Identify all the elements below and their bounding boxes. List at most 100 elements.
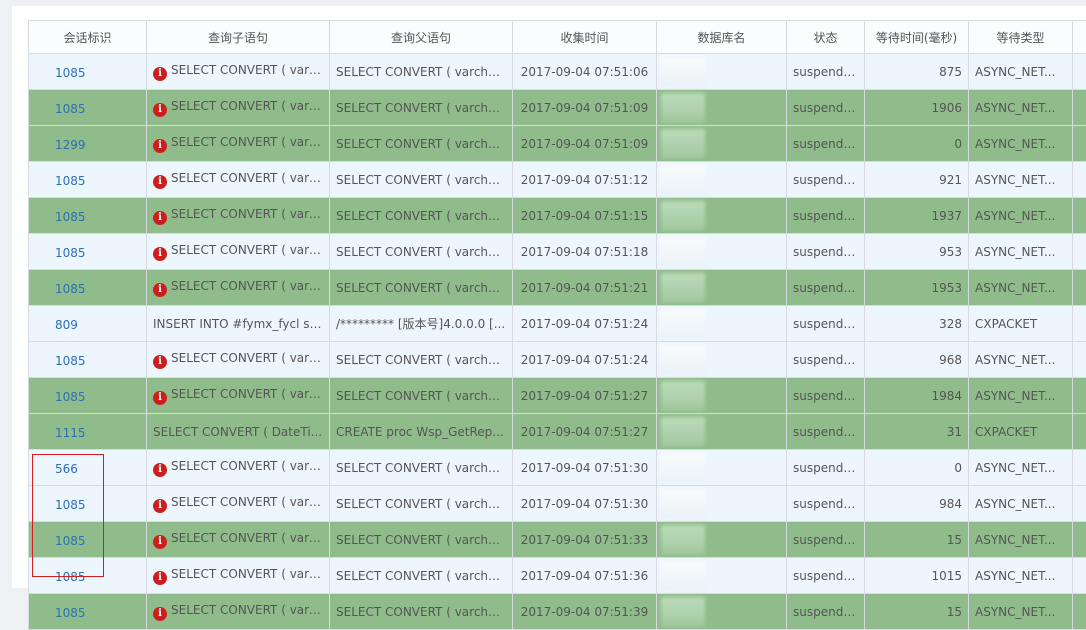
extra-cell	[1073, 162, 1086, 198]
table-row[interactable]: 1085iSELECT CONVERT ( varc...SELECT CONV…	[29, 198, 1086, 234]
wait-type-cell: ASYNC_NET...	[969, 558, 1073, 594]
session-id-link[interactable]: 1085	[29, 522, 147, 558]
wait-type-cell: ASYNC_NET...	[969, 198, 1073, 234]
wait-time-cell: 1984	[865, 378, 969, 414]
col-header-parent-query[interactable]: 查询父语句	[330, 21, 513, 54]
col-header-collect-time[interactable]: 收集时间	[513, 21, 657, 54]
table-row[interactable]: 1085iSELECT CONVERT ( varc...SELECT CONV…	[29, 234, 1086, 270]
child-query-cell[interactable]: i SELECT CONVERT ( varc...	[147, 270, 330, 306]
child-query-cell[interactable]: i SELECT CONVERT ( varc...	[147, 90, 330, 126]
child-query-text: INSERT INTO #fymx_fycl se...	[153, 317, 328, 331]
error-circle-icon[interactable]: i	[153, 139, 167, 153]
error-circle-icon[interactable]: i	[153, 211, 167, 225]
table-row[interactable]: 809INSERT INTO #fymx_fycl se.../********…	[29, 306, 1086, 342]
wait-time-cell: 921	[865, 162, 969, 198]
child-query-text: SELECT CONVERT ( varc...	[171, 63, 327, 77]
redaction-blur	[661, 489, 705, 519]
error-circle-icon[interactable]: i	[153, 247, 167, 261]
session-id-link[interactable]: 1299	[29, 126, 147, 162]
error-circle-icon[interactable]: i	[153, 175, 167, 189]
col-header-database[interactable]: 数据库名	[657, 21, 787, 54]
error-circle-icon[interactable]: i	[153, 499, 167, 513]
col-header-wait-type[interactable]: 等待类型	[969, 21, 1073, 54]
collect-time-cell: 2017-09-04 07:51:27	[513, 414, 657, 450]
database-cell-blurred	[657, 378, 787, 414]
parent-query-cell: SELECT CONVERT ( varchar...	[330, 198, 513, 234]
child-query-cell[interactable]: INSERT INTO #fymx_fycl se...	[147, 306, 330, 342]
extra-cell	[1073, 594, 1086, 630]
wait-type-cell: CXPACKET	[969, 306, 1073, 342]
extra-cell	[1073, 342, 1086, 378]
session-id-link[interactable]: 1085	[29, 558, 147, 594]
database-cell-blurred	[657, 342, 787, 378]
table-row[interactable]: 1085iSELECT CONVERT ( varc...SELECT CONV…	[29, 558, 1086, 594]
child-query-cell[interactable]: iSELECT CONVERT ( varc...	[147, 342, 330, 378]
session-id-link[interactable]: 1085	[29, 90, 147, 126]
session-id-link[interactable]: 1085	[29, 198, 147, 234]
error-circle-icon[interactable]: i	[153, 571, 167, 585]
child-query-cell[interactable]: iSELECT CONVERT ( varc...	[147, 558, 330, 594]
table-row[interactable]: 1085i SELECT CONVERT ( varc...SELECT CONV…	[29, 54, 1086, 90]
table-row[interactable]: 1085iSELECT CONVERT ( varc...SELECT CONV…	[29, 342, 1086, 378]
session-id-link[interactable]: 1115	[29, 414, 147, 450]
child-query-cell[interactable]: iSELECT CONVERT ( varc...	[147, 198, 330, 234]
child-query-text: SELECT CONVERT ( varc...	[171, 531, 327, 545]
database-cell-blurred	[657, 198, 787, 234]
status-cell: suspended	[787, 558, 865, 594]
child-query-cell[interactable]: SELECT CONVERT ( DateTi...	[147, 414, 330, 450]
child-query-cell[interactable]: i SELECT CONVERT ( varc...	[147, 522, 330, 558]
child-query-text: SELECT CONVERT ( varc...	[171, 459, 327, 473]
child-query-cell[interactable]: iSELECT CONVERT ( varc...	[147, 126, 330, 162]
table-row[interactable]: 1085iSELECT CONVERT ( varc...SELECT CONV…	[29, 162, 1086, 198]
error-circle-icon[interactable]: i	[153, 355, 167, 369]
table-row[interactable]: 1085iSELECT CONVERT ( varc...SELECT CONV…	[29, 378, 1086, 414]
session-id-link[interactable]: 1085	[29, 54, 147, 90]
table-row[interactable]: 1299iSELECT CONVERT ( varc...SELECT CONV…	[29, 126, 1086, 162]
session-id-link[interactable]: 1085	[29, 594, 147, 630]
session-id-link[interactable]: 1085	[29, 234, 147, 270]
child-query-cell[interactable]: iSELECT CONVERT ( varc...	[147, 486, 330, 522]
table-row[interactable]: 1115SELECT CONVERT ( DateTi...CREATE pro…	[29, 414, 1086, 450]
error-circle-icon[interactable]: i	[153, 67, 167, 81]
database-cell-blurred	[657, 306, 787, 342]
table-row[interactable]: 1085i SELECT CONVERT ( varc...SELECT CONV…	[29, 270, 1086, 306]
col-header-wait-time[interactable]: 等待时间(毫秒)	[865, 21, 969, 54]
extra-cell	[1073, 54, 1086, 90]
child-query-text: SELECT CONVERT ( varc...	[171, 99, 327, 113]
session-id-link[interactable]: 1085	[29, 162, 147, 198]
child-query-cell[interactable]: iSELECT CONVERT ( varc...	[147, 162, 330, 198]
child-query-cell[interactable]: iSELECT CONVERT ( varc...	[147, 234, 330, 270]
table-row[interactable]: 566i SELECT CONVERT ( varc...SELECT CONVE…	[29, 450, 1086, 486]
session-id-link[interactable]: 1085	[29, 342, 147, 378]
error-circle-icon[interactable]: i	[153, 535, 167, 549]
session-id-link[interactable]: 1085	[29, 486, 147, 522]
child-query-cell[interactable]: i SELECT CONVERT ( varc...	[147, 54, 330, 90]
col-header-session-id[interactable]: 会话标识	[29, 21, 147, 54]
session-id-link[interactable]: 1085	[29, 270, 147, 306]
redaction-blur	[661, 93, 705, 123]
error-circle-icon[interactable]: i	[153, 607, 167, 621]
child-query-text: SELECT CONVERT ( varc...	[171, 279, 327, 293]
wait-time-cell: 875	[865, 54, 969, 90]
extra-cell	[1073, 270, 1086, 306]
parent-query-cell: SELECT CONVERT ( varchar...	[330, 234, 513, 270]
col-header-child-query[interactable]: 查询子语句	[147, 21, 330, 54]
session-id-link[interactable]: 809	[29, 306, 147, 342]
error-circle-icon[interactable]: i	[153, 283, 167, 297]
table-row[interactable]: 1085i SELECT CONVERT ( varc...SELECT CONV…	[29, 522, 1086, 558]
table-row[interactable]: 1085iSELECT CONVERT ( varc...SELECT CONV…	[29, 486, 1086, 522]
table-row[interactable]: 1085i SELECT CONVERT ( varc...SELECT CONV…	[29, 90, 1086, 126]
session-id-link[interactable]: 566	[29, 450, 147, 486]
child-query-cell[interactable]: iSELECT CONVERT ( varc...	[147, 594, 330, 630]
child-query-cell[interactable]: i SELECT CONVERT ( varc...	[147, 450, 330, 486]
table-row[interactable]: 1085iSELECT CONVERT ( varc...SELECT CONV…	[29, 594, 1086, 630]
collect-time-cell: 2017-09-04 07:51:15	[513, 198, 657, 234]
error-circle-icon[interactable]: i	[153, 463, 167, 477]
child-query-cell[interactable]: iSELECT CONVERT ( varc...	[147, 378, 330, 414]
error-circle-icon[interactable]: i	[153, 391, 167, 405]
parent-query-cell: SELECT CONVERT ( varchar...	[330, 126, 513, 162]
session-id-link[interactable]: 1085	[29, 378, 147, 414]
database-cell-blurred	[657, 594, 787, 630]
error-circle-icon[interactable]: i	[153, 103, 167, 117]
col-header-status[interactable]: 状态	[787, 21, 865, 54]
